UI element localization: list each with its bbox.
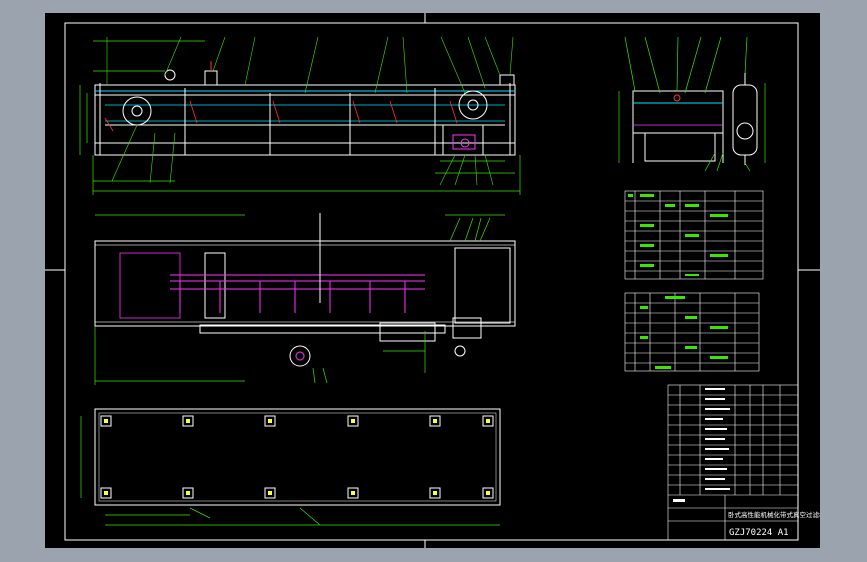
drawing-title: 卧式高性能机械化带式真空过滤机 [728,510,820,519]
drawing-number: GZJ70224 A1 [729,528,789,538]
parameter-table [624,292,760,372]
foundation-plan [80,408,501,526]
top-view [94,213,516,385]
drawing-canvas: 卧式高性能机械化带式真空过滤机 GZJ70224 A1 [45,13,820,548]
drawing-sheet: 卧式高性能机械化带式真空过滤机 GZJ70224 A1 [45,13,820,548]
cad-viewport[interactable]: 卧式高性能机械化带式真空过滤机 GZJ70224 A1 [0,0,867,562]
side-view [618,36,766,172]
front-view [79,36,521,195]
